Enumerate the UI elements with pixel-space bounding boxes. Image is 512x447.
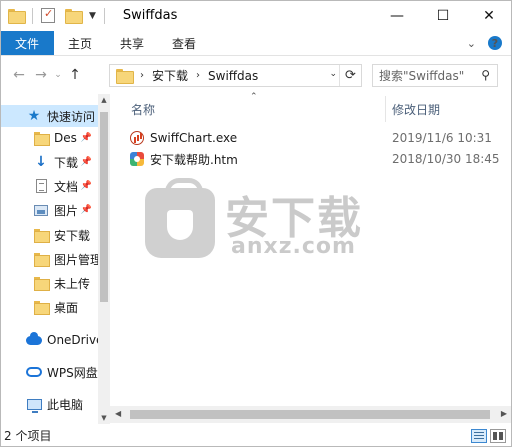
address-bar[interactable]: › 安下载 › Swiffdas ⌄ ⟳	[109, 64, 362, 87]
wps-cloud-icon	[26, 364, 42, 380]
horizontal-scrollbar[interactable]: ◀ ▶	[110, 406, 512, 423]
search-input[interactable]: 搜索"Swiffdas" ⚲	[372, 64, 498, 87]
tab-share[interactable]: 共享	[106, 31, 158, 55]
address-dropdown-icon[interactable]: ⌄	[329, 69, 337, 79]
expand-ribbon-icon[interactable]: ⌄	[467, 37, 476, 50]
sidebar-item-this-pc[interactable]: 此电脑	[0, 393, 98, 415]
scroll-left-icon[interactable]: ◀	[115, 409, 121, 418]
onedrive-icon	[26, 331, 42, 348]
column-headers: ⌃ 名称 修改日期	[110, 92, 512, 124]
ribbon-tabs: 文件 主页 共享 查看 ⌄ ?	[0, 31, 512, 56]
title-bar: ▼ Swiffdas — ☐ ✕	[0, 0, 512, 31]
watermark: 安下载 anxz.com	[145, 178, 375, 262]
pin-icon: 📌	[80, 181, 92, 191]
scrollbar-thumb[interactable]	[100, 112, 108, 302]
file-date: 2019/11/6 10:31	[392, 131, 492, 145]
help-icon[interactable]: ?	[488, 36, 502, 50]
breadcrumb-separator-icon[interactable]: ›	[140, 70, 144, 81]
breadcrumb-item[interactable]: 安下载	[152, 67, 188, 84]
download-icon: ↓	[35, 154, 47, 170]
back-arrow-icon[interactable]: ←	[8, 67, 30, 83]
navigation-scrollbar[interactable]: ▲ ▼	[98, 94, 110, 424]
folder-icon[interactable]	[8, 9, 26, 24]
pin-icon: 📌	[80, 205, 92, 215]
ribbon-right-controls: ⌄ ?	[467, 31, 512, 55]
navigation-pane: ★ 快速访问 Des 📌 ↓ 下载 📌 文档 📌 图片 📌 安下载 图片管理 未…	[0, 94, 110, 424]
sidebar-item-not-uploaded[interactable]: 未上传	[0, 272, 98, 294]
sidebar-item-anxz[interactable]: 安下载	[0, 224, 98, 246]
document-icon	[33, 178, 49, 194]
refresh-button[interactable]: ⟳	[339, 65, 361, 86]
tab-home[interactable]: 主页	[54, 31, 106, 55]
properties-icon[interactable]	[41, 7, 55, 23]
breadcrumb-separator-icon[interactable]: ›	[196, 70, 200, 81]
scroll-right-icon[interactable]: ▶	[501, 409, 507, 418]
close-button[interactable]: ✕	[466, 0, 512, 31]
up-arrow-icon[interactable]: ↑	[64, 67, 86, 83]
watermark-text-en: anxz.com	[231, 234, 356, 259]
new-folder-icon[interactable]	[65, 9, 83, 24]
status-bar: 2 个项目	[0, 424, 512, 447]
file-name: SwiffChart.exe	[150, 131, 238, 145]
item-count: 2 个项目	[4, 429, 52, 443]
sidebar-item-picture-manager[interactable]: 图片管理	[0, 248, 98, 270]
sidebar-item-onedrive[interactable]: OneDrive	[0, 329, 98, 351]
folder-icon	[33, 275, 50, 291]
sidebar-item-documents[interactable]: 文档 📌	[0, 175, 98, 197]
sidebar-item-downloads[interactable]: ↓ 下载 📌	[0, 151, 98, 173]
minimize-button[interactable]: —	[374, 0, 420, 31]
folder-icon	[33, 299, 50, 315]
star-icon: ★	[27, 108, 41, 124]
sort-ascending-icon: ⌃	[250, 92, 258, 102]
customize-toolbar-dropdown-icon[interactable]: ▼	[89, 11, 96, 21]
column-header-name[interactable]: 名称	[131, 101, 155, 118]
file-name: 安下载帮助.htm	[150, 152, 238, 167]
window-title: Swiffdas	[122, 8, 178, 23]
folder-icon	[33, 227, 50, 243]
toolbar-divider	[32, 7, 33, 24]
window-controls: — ☐ ✕	[374, 0, 512, 31]
pictures-icon	[33, 202, 49, 218]
navigation-bar: ← → ⌄ ↑ › 安下载 › Swiffdas ⌄ ⟳ 搜索"Swiffdas…	[0, 56, 512, 94]
tab-file[interactable]: 文件	[0, 31, 55, 55]
breadcrumb-item[interactable]: Swiffdas	[208, 69, 258, 83]
table-row[interactable]: SwiffChart.exe 2019/11/6 10:31	[129, 128, 509, 148]
this-pc-icon	[26, 396, 42, 413]
sidebar-item-desktop-pinned[interactable]: Des 📌	[0, 127, 98, 149]
pin-icon: 📌	[80, 133, 92, 143]
folder-icon	[116, 69, 134, 84]
forward-arrow-icon[interactable]: →	[30, 67, 52, 83]
pin-icon: 📌	[80, 157, 92, 167]
column-header-date[interactable]: 修改日期	[392, 101, 440, 118]
tab-view[interactable]: 查看	[158, 31, 210, 55]
table-row[interactable]: 安下载帮助.htm 2018/10/30 18:45	[129, 149, 509, 169]
sidebar-item-wps-cloud[interactable]: WPS网盘	[0, 361, 98, 383]
scroll-up-icon[interactable]: ▲	[98, 96, 110, 104]
sidebar-item-pictures[interactable]: 图片 📌	[0, 199, 98, 221]
sidebar-item-desktop[interactable]: 桌面	[0, 296, 98, 318]
file-date: 2018/10/30 18:45	[392, 152, 500, 166]
maximize-button[interactable]: ☐	[420, 0, 466, 31]
folder-icon	[33, 130, 50, 146]
scroll-down-icon[interactable]: ▼	[98, 414, 110, 422]
recent-locations-icon[interactable]: ⌄	[52, 70, 64, 80]
search-icon[interactable]: ⚲	[481, 68, 490, 82]
watermark-bag-icon	[145, 178, 215, 258]
quick-access-toolbar: ▼	[0, 0, 113, 31]
sidebar-item-quick-access[interactable]: ★ 快速访问	[0, 105, 98, 127]
large-icons-view-button[interactable]	[490, 429, 506, 443]
toolbar-divider	[103, 7, 105, 24]
details-view-button[interactable]	[471, 429, 487, 443]
folder-icon	[33, 251, 50, 267]
column-divider[interactable]	[385, 96, 386, 122]
exe-icon	[129, 130, 145, 146]
search-placeholder: 搜索"Swiffdas"	[379, 69, 465, 83]
scrollbar-thumb[interactable]	[130, 410, 490, 419]
htm-icon	[129, 151, 145, 167]
